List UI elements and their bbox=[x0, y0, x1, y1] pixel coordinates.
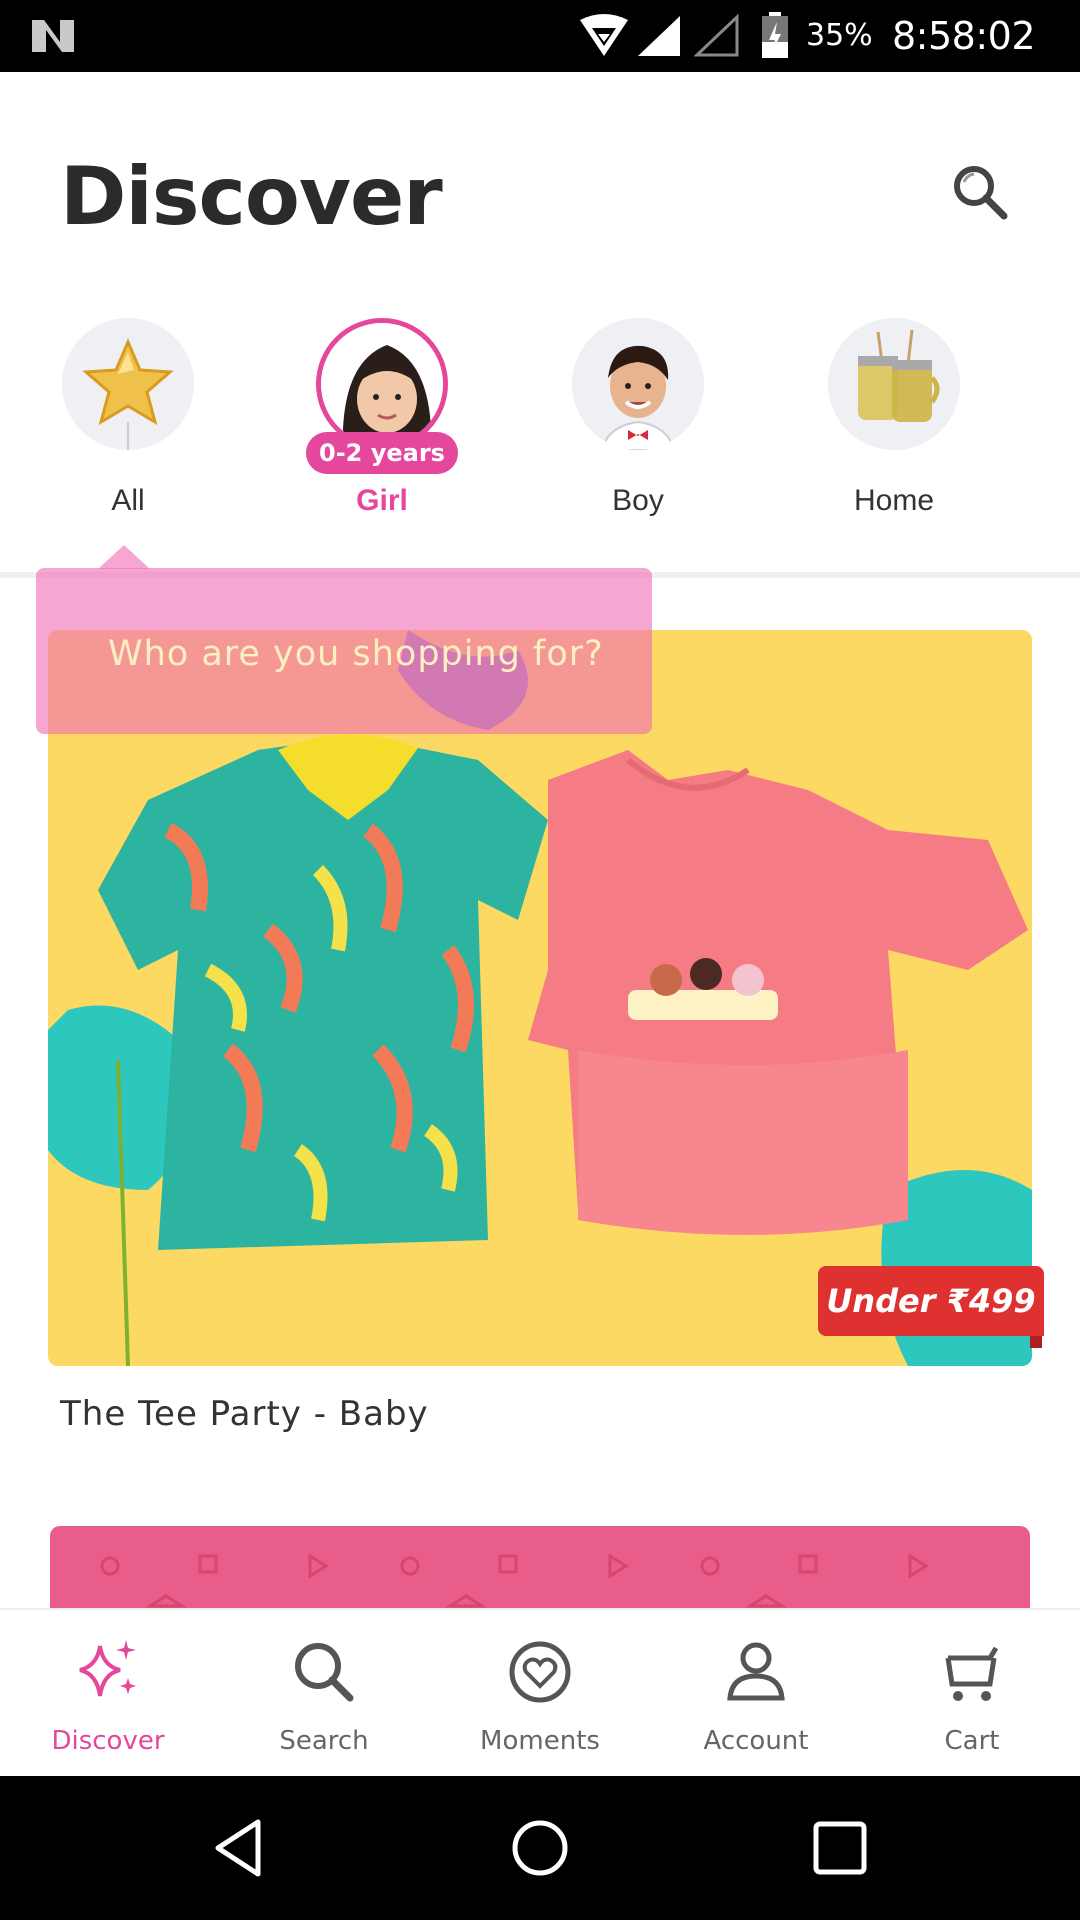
person-icon bbox=[727, 1642, 785, 1701]
signal-empty-icon bbox=[694, 14, 739, 57]
bottom-nav: Discover Search Moments Account Cart bbox=[0, 1608, 1080, 1776]
notification-n-icon bbox=[32, 20, 74, 52]
nav-moments[interactable]: Moments bbox=[432, 1610, 648, 1778]
category-label: Girl bbox=[356, 484, 408, 517]
nav-label: Moments bbox=[480, 1726, 600, 1756]
nav-cart[interactable]: Cart bbox=[864, 1610, 1080, 1778]
banner-title[interactable]: The Tee Party - Baby bbox=[60, 1394, 429, 1434]
mason-jars-icon bbox=[858, 329, 940, 422]
category-boy-image bbox=[572, 318, 704, 450]
category-home-image bbox=[828, 318, 960, 450]
tooltip-arrow bbox=[98, 545, 150, 569]
age-filter-badge[interactable]: 0-2 years bbox=[306, 432, 458, 474]
category-home[interactable]: Home bbox=[824, 318, 964, 518]
nav-label: Cart bbox=[944, 1726, 1000, 1756]
category-all[interactable]: All bbox=[58, 318, 198, 518]
banner-image bbox=[48, 630, 1032, 1366]
category-all-image bbox=[62, 318, 194, 450]
heart-circle-icon bbox=[509, 1641, 571, 1703]
signal-strong-icon bbox=[638, 16, 680, 56]
cart-icon bbox=[945, 1646, 999, 1701]
gold-star-balloon-icon bbox=[82, 338, 174, 450]
category-boy[interactable]: Boy bbox=[568, 318, 708, 518]
clock: 8:58:02 PM bbox=[892, 14, 1080, 102]
search-icon[interactable] bbox=[950, 162, 1010, 222]
search-icon bbox=[295, 1643, 354, 1702]
recents-icon[interactable] bbox=[808, 1816, 872, 1880]
category-girl[interactable]: Girl bbox=[312, 318, 452, 518]
nav-label: Search bbox=[279, 1726, 369, 1756]
nav-label: Discover bbox=[51, 1726, 165, 1756]
category-girl-image bbox=[316, 318, 448, 450]
promo-banner[interactable] bbox=[48, 630, 1032, 1366]
boy-avatar-icon bbox=[600, 345, 676, 450]
battery-percent: 35% bbox=[806, 18, 873, 53]
page-title: Discover bbox=[60, 150, 443, 243]
category-label: All bbox=[111, 484, 145, 517]
clock-ampm: PM bbox=[892, 70, 930, 100]
category-label: Home bbox=[853, 484, 935, 517]
back-icon[interactable] bbox=[208, 1816, 272, 1880]
nav-account[interactable]: Account bbox=[648, 1610, 864, 1778]
price-tag-fold bbox=[1030, 1336, 1042, 1348]
sparkle-icon bbox=[79, 1640, 136, 1697]
battery-charging-icon bbox=[762, 12, 788, 58]
home-icon[interactable] bbox=[508, 1816, 572, 1880]
tooltip-text: Who are you shopping for? bbox=[108, 634, 604, 674]
nav-discover[interactable]: Discover bbox=[0, 1610, 216, 1778]
system-nav-bar bbox=[0, 1776, 1080, 1920]
status-bar: 35% 8:58:02 PM bbox=[0, 0, 1080, 100]
nav-search[interactable]: Search bbox=[216, 1610, 432, 1778]
price-tag: Under ₹499 bbox=[818, 1266, 1044, 1336]
category-label: Boy bbox=[612, 484, 664, 517]
wifi-icon bbox=[580, 14, 628, 56]
clock-time: 8:58:02 bbox=[892, 14, 1036, 58]
nav-label: Account bbox=[703, 1726, 809, 1756]
girl-avatar-icon bbox=[321, 323, 443, 445]
